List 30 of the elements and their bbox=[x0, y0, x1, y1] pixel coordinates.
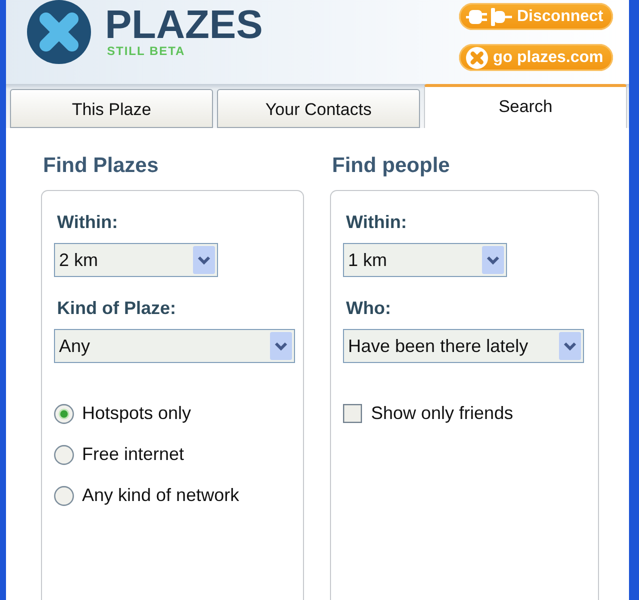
logo-icon bbox=[25, 0, 93, 64]
chevron-down-icon[interactable] bbox=[270, 332, 292, 360]
chevron-down-icon[interactable] bbox=[559, 332, 581, 360]
dropdown[interactable]: Have been there lately bbox=[343, 329, 584, 363]
dropdown[interactable]: 1 km bbox=[343, 243, 507, 277]
radio-option[interactable]: Any kind of network bbox=[54, 475, 240, 516]
section-heading: Find people bbox=[331, 153, 450, 179]
dropdown[interactable]: 2 km bbox=[54, 243, 218, 277]
tab[interactable]: Search bbox=[424, 84, 627, 128]
radio-icon[interactable] bbox=[54, 404, 74, 424]
section-heading: Find Plazes bbox=[42, 153, 159, 179]
cross-circle-icon bbox=[466, 46, 488, 68]
radio-icon[interactable] bbox=[54, 486, 74, 506]
field-label: Within: bbox=[345, 211, 407, 233]
chevron-down-icon[interactable] bbox=[193, 246, 215, 274]
dropdown[interactable]: Any bbox=[54, 329, 295, 363]
tab[interactable]: Your Contacts bbox=[217, 89, 420, 128]
tagline: STILL BETA bbox=[106, 45, 186, 57]
field-label: Kind of Plaze: bbox=[56, 297, 176, 319]
chevron-down-icon[interactable] bbox=[482, 246, 504, 274]
tab[interactable]: This Plaze bbox=[10, 89, 213, 128]
checkbox-icon[interactable] bbox=[343, 404, 362, 423]
field-label: Who: bbox=[345, 297, 391, 319]
radio-icon[interactable] bbox=[54, 444, 74, 464]
radio-option[interactable]: Hotspots only bbox=[54, 393, 192, 434]
radio-option[interactable]: Free internet bbox=[54, 434, 184, 475]
checkbox-option[interactable]: Show only friends bbox=[343, 393, 514, 434]
plug-icon bbox=[466, 6, 512, 26]
brand-name: PLAZES bbox=[105, 5, 263, 45]
field-label: Within: bbox=[56, 211, 118, 233]
